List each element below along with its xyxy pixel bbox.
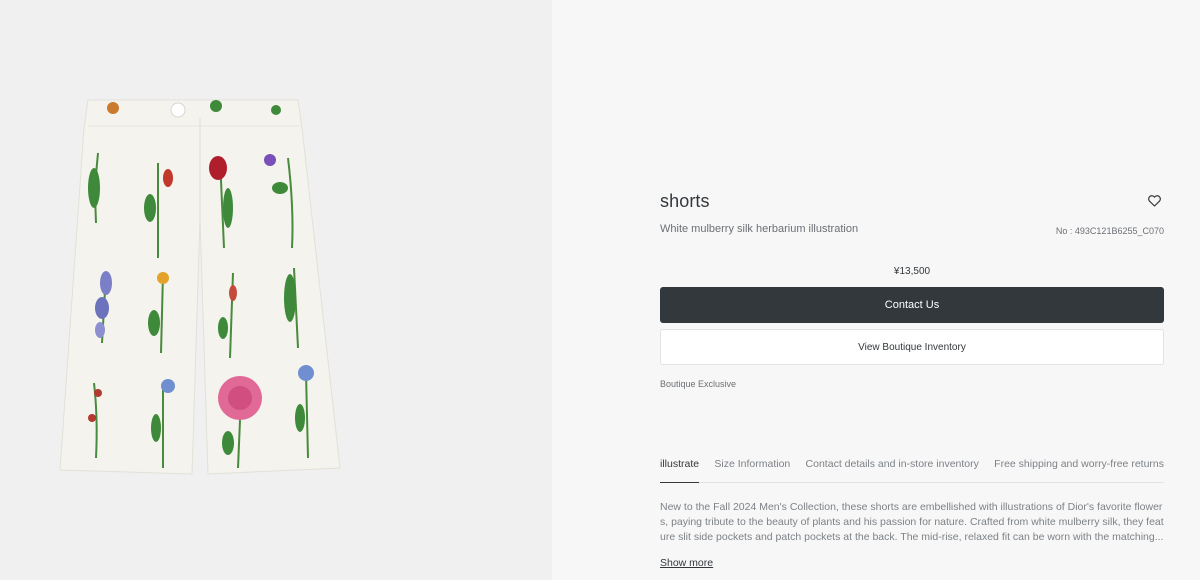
view-boutique-inventory-button[interactable]: View Boutique Inventory xyxy=(660,329,1164,365)
product-image[interactable] xyxy=(58,98,342,478)
product-image-panel xyxy=(0,0,552,580)
product-price: ¥13,500 xyxy=(893,266,931,277)
product-page: shorts White mulberry silk herbarium ill… xyxy=(0,0,1200,580)
tab-free-shipping[interactable]: Free shipping and worry-free returns xyxy=(994,456,1164,482)
product-info: shorts White mulberry silk herbarium ill… xyxy=(660,190,1164,389)
product-info-panel: shorts White mulberry silk herbarium ill… xyxy=(552,0,1200,580)
title-row: shorts xyxy=(660,190,1164,212)
heart-icon[interactable] xyxy=(1146,193,1162,209)
subtitle-row: White mulberry silk herbarium illustrati… xyxy=(660,222,1164,236)
contact-us-button[interactable]: Contact Us xyxy=(660,287,1164,323)
product-subtitle: White mulberry silk herbarium illustrati… xyxy=(660,223,859,235)
product-description: New to the Fall 2024 Men's Collection, t… xyxy=(660,501,1164,543)
tab-contact-details[interactable]: Contact details and in-store inventory xyxy=(806,456,979,482)
boutique-exclusive-label: Boutique Exclusive xyxy=(660,379,737,389)
show-more-link[interactable]: Show more xyxy=(660,557,713,569)
product-reference: No : 493C121B6255_C070 xyxy=(1055,226,1164,236)
product-tabs: illustrate Size Information Contact deta… xyxy=(660,456,1164,483)
tab-illustrate[interactable]: illustrate xyxy=(660,456,700,483)
product-title: shorts xyxy=(660,190,710,211)
tab-size-information[interactable]: Size Information xyxy=(714,456,790,482)
